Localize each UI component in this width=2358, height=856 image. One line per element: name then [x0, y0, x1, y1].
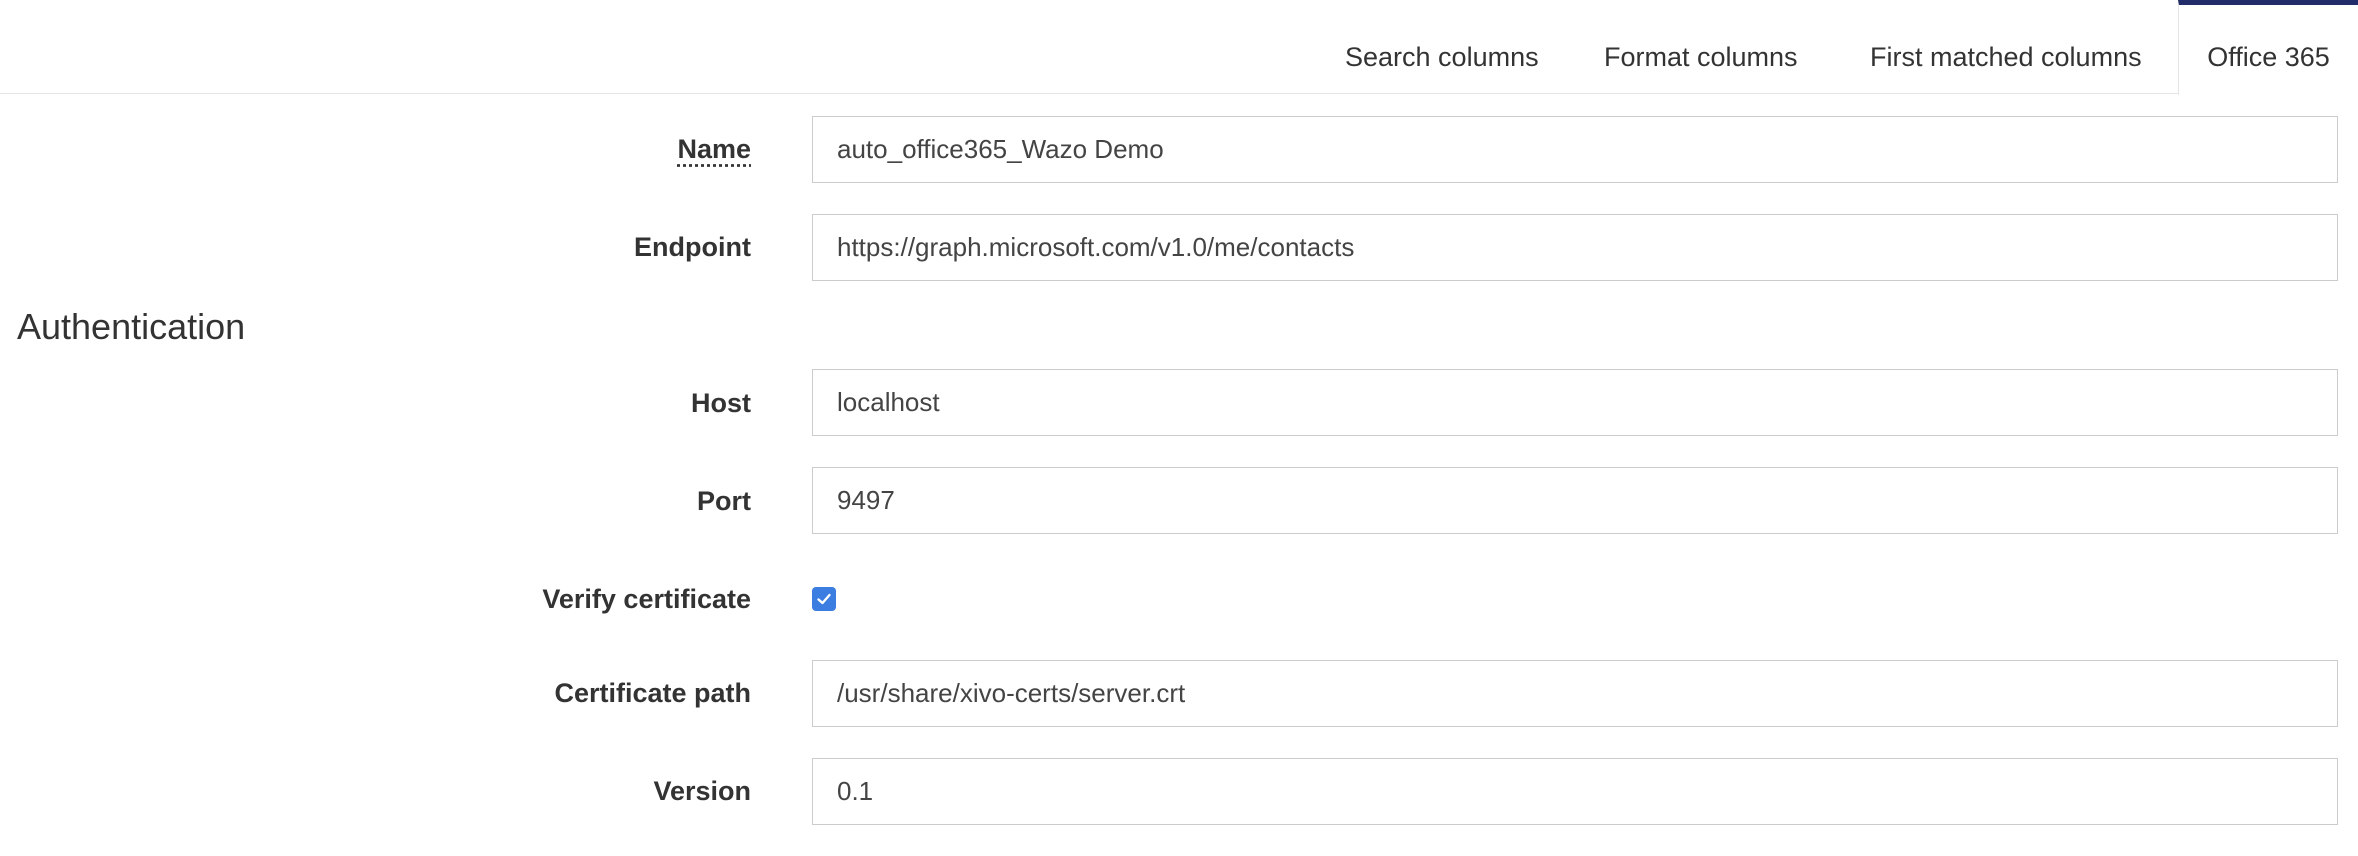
- endpoint-input[interactable]: [812, 214, 2338, 281]
- port-label: Port: [697, 486, 751, 516]
- authentication-heading: Authentication: [17, 306, 246, 347]
- verify-certificate-label: Verify certificate: [542, 584, 751, 614]
- endpoint-label: Endpoint: [634, 232, 751, 262]
- checkmark-icon: [817, 593, 831, 605]
- tabs-bar: Search columns Format columns First matc…: [0, 0, 2358, 95]
- name-label: Name: [677, 134, 751, 164]
- certificate-path-label: Certificate path: [554, 678, 751, 708]
- tab-search-columns[interactable]: Search columns: [1345, 0, 1539, 94]
- host-label: Host: [691, 388, 751, 418]
- verify-certificate-checkbox[interactable]: [812, 587, 836, 611]
- tab-format-columns[interactable]: Format columns: [1604, 0, 1798, 94]
- version-label: Version: [653, 776, 751, 806]
- tab-first-matched-columns[interactable]: First matched columns: [1870, 0, 2142, 94]
- name-input[interactable]: [812, 116, 2338, 183]
- port-input[interactable]: [812, 467, 2338, 534]
- version-input[interactable]: [812, 758, 2338, 825]
- tab-office-365[interactable]: Office 365: [2178, 0, 2358, 95]
- host-input[interactable]: [812, 369, 2338, 436]
- certificate-path-input[interactable]: [812, 660, 2338, 727]
